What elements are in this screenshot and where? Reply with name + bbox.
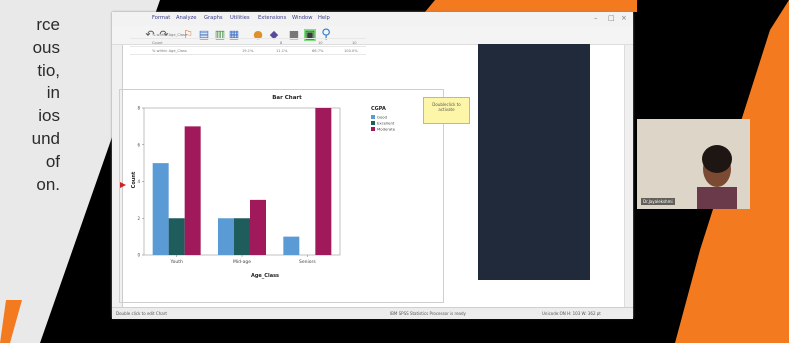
y-tick-label: 4 xyxy=(137,179,140,184)
table-cell: 8 xyxy=(280,41,283,45)
status-right: Unicode:ON H: 103 W: 362 pt xyxy=(542,311,601,316)
table-row-label: Count xyxy=(152,41,163,45)
slide-text-line: tio, xyxy=(37,60,60,80)
y-tick-label: 6 xyxy=(137,142,140,147)
table-cell: 19.1% xyxy=(242,49,254,53)
table-cell: 100.0% xyxy=(344,49,358,53)
legend-swatch xyxy=(371,121,375,125)
status-mid: IBM SPSS Statistics Processor is ready xyxy=(390,311,466,316)
chart-title: Bar Chart xyxy=(272,95,302,101)
bar-excellent-youth[interactable] xyxy=(168,218,185,255)
slide-text-line: und xyxy=(31,128,60,148)
x-tick-label: Mid-age xyxy=(233,259,251,265)
legend-swatch xyxy=(371,127,375,131)
red-marker-icon xyxy=(120,182,126,188)
slide-text-line: of xyxy=(45,151,60,171)
vertical-scrollbar[interactable] xyxy=(624,45,633,307)
y-tick-label: 2 xyxy=(137,216,140,221)
maximize-icon[interactable]: □ xyxy=(608,14,615,22)
legend-swatch xyxy=(371,115,375,119)
slide-text-line: ous xyxy=(32,37,60,57)
bar-moderate-mid-age[interactable] xyxy=(250,199,266,255)
crosstab-table: % within Age_Class Count 8 10 10 % withi… xyxy=(130,32,366,68)
menu-utilities[interactable]: Utilities xyxy=(230,15,250,21)
slide-text-line: ios xyxy=(38,106,60,126)
y-tick-label: 8 xyxy=(137,106,140,111)
x-axis-label: Age_Class xyxy=(251,273,279,279)
blank-panel xyxy=(478,44,590,280)
webcam-tile: Dr.Jayalekshmi xyxy=(637,119,750,209)
participant-video xyxy=(637,119,750,209)
slide-text-line: rce xyxy=(36,15,60,34)
y-axis-label: Count xyxy=(131,171,137,188)
bar-good-seniors[interactable] xyxy=(283,236,300,255)
doubleclick-note: Doubleclick to activate xyxy=(423,97,470,124)
menu-extensions[interactable]: Extensions xyxy=(258,15,286,21)
spss-output-window: Format Analyze Graphs Utilities Extensio… xyxy=(112,12,633,319)
status-left: Double click to edit Chart xyxy=(116,311,167,316)
legend-entry: Excellent xyxy=(377,121,395,126)
table-cell: 11.1% xyxy=(276,49,288,53)
slide-text: rce ous tio, in ios und of on. xyxy=(0,14,60,196)
table-cell: 10 xyxy=(352,41,357,45)
menu-graphs[interactable]: Graphs xyxy=(204,15,223,21)
menu-format[interactable]: Format xyxy=(152,15,170,21)
table-row: % within Age_Class xyxy=(130,32,366,39)
table-row: Count 8 10 10 xyxy=(130,40,366,47)
x-tick-label: Youth xyxy=(169,259,183,265)
bar-moderate-youth[interactable] xyxy=(184,126,201,255)
slide-text-line: in xyxy=(46,83,60,103)
table-cell: 10 xyxy=(318,41,323,45)
chart-legend: CGPA GoodExcellentModerate xyxy=(371,106,396,132)
close-icon[interactable]: × xyxy=(621,14,627,22)
menu-window[interactable]: Window xyxy=(292,15,312,21)
legend-entry: Moderate xyxy=(377,127,396,132)
minimize-icon[interactable]: – xyxy=(594,14,598,22)
bar-good-youth[interactable] xyxy=(152,163,169,255)
x-tick-label: Seniors xyxy=(299,259,316,265)
chart-object[interactable]: Bar Chart 0 2 4 6 8 Youth Mid-age Seniors Age_… xyxy=(119,89,444,303)
table-row-label: % within Age_Class xyxy=(152,49,187,53)
bar-excellent-mid-age[interactable] xyxy=(234,218,250,255)
y-tick-label: 0 xyxy=(137,253,140,258)
table-cell: 66.7% xyxy=(312,49,324,53)
legend-title: CGPA xyxy=(371,106,386,112)
menu-analyze[interactable]: Analyze xyxy=(176,15,196,21)
menu-help[interactable]: Help xyxy=(318,15,330,21)
bar-chart[interactable]: Bar Chart 0 2 4 6 8 Youth Mid-age Seniors Age_… xyxy=(120,90,443,302)
table-row-label: % within Age_Class xyxy=(152,33,187,37)
table-row: % within Age_Class 19.1% 11.1% 66.7% 100… xyxy=(130,48,366,55)
bar-moderate-seniors[interactable] xyxy=(315,108,332,255)
menu-bar: Format Analyze Graphs Utilities Extensio… xyxy=(112,12,633,26)
status-bar: Double click to edit Chart IBM SPSS Stat… xyxy=(112,307,633,319)
slide-text-line: on. xyxy=(36,174,60,194)
legend-entry: Good xyxy=(377,115,388,120)
bar-good-mid-age[interactable] xyxy=(218,218,234,255)
participant-name: Dr.Jayalekshmi xyxy=(641,198,675,205)
